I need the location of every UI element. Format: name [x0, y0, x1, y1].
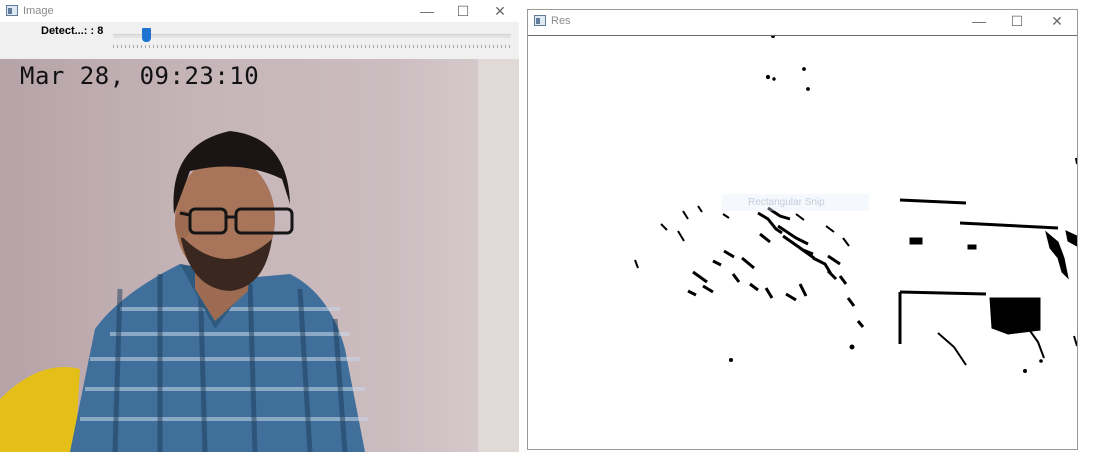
motion-mask-canvas: Rectangular Snip — [528, 36, 1077, 449]
close-button[interactable]: ✕ — [481, 0, 519, 22]
image-window: Image — ☐ ✕ Detect...: : 8 Mar 28, 09:23… — [0, 0, 519, 452]
minimize-button[interactable]: — — [408, 0, 446, 22]
camera-feed: Mar 28, 09:23:10 — [0, 59, 519, 452]
maximize-button[interactable]: ☐ — [444, 0, 482, 22]
trackbar-thumb[interactable] — [142, 28, 151, 42]
timestamp-overlay: Mar 28, 09:23:10 — [20, 62, 260, 90]
camera-scene — [0, 131, 368, 452]
image-window-title: Image — [23, 5, 54, 17]
res-window-title: Res — [551, 15, 571, 27]
maximize-button[interactable]: ☐ — [998, 10, 1036, 32]
trackbar-panel: Detect...: : 8 — [0, 22, 519, 59]
close-button[interactable]: ✕ — [1038, 10, 1076, 32]
res-window: Res — ☐ ✕ Rectangular Snip — [527, 9, 1078, 450]
minimize-button[interactable]: — — [960, 10, 998, 32]
motion-mask — [634, 36, 1077, 373]
window-app-icon — [534, 15, 546, 26]
trackbar-ticks — [113, 45, 511, 48]
trackbar-label: Detect...: : 8 — [41, 25, 104, 37]
trackbar-track[interactable] — [113, 34, 511, 38]
window-app-icon — [6, 5, 18, 16]
res-titlebar[interactable]: Res — ☐ ✕ — [528, 10, 1077, 36]
ghost-snip-menu: Rectangular Snip — [722, 194, 869, 211]
yellow-chair — [0, 367, 80, 452]
image-titlebar[interactable]: Image — ☐ ✕ — [0, 0, 519, 24]
